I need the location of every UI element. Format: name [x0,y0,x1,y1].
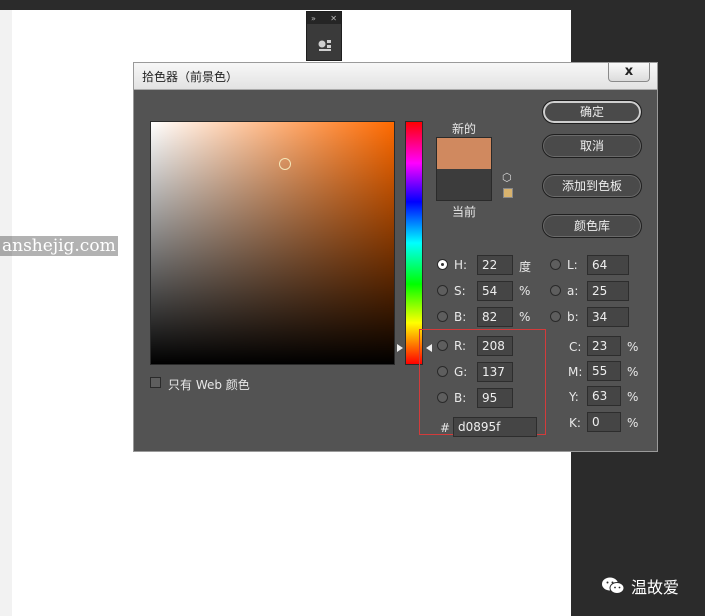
l-radio[interactable] [550,259,561,270]
s-radio[interactable] [437,285,448,296]
wechat-account-name: 温故爱 [631,578,680,597]
h-input[interactable]: 22 [477,255,513,275]
m-input[interactable]: 55 [587,361,621,381]
k-label: K: [569,416,581,430]
collapsed-panel[interactable]: » ✕ [306,11,342,61]
a-label: a: [567,284,579,298]
h-radio[interactable] [437,259,448,270]
g-label: G: [454,365,468,379]
b-radio[interactable] [437,311,448,322]
hex-label: # [440,421,451,435]
gamut-warning-swatch[interactable] [503,188,513,198]
r-radio[interactable] [437,340,448,351]
lab-b-input[interactable]: 34 [587,307,629,327]
c-label: C: [569,340,582,354]
color-picker-ring[interactable] [279,158,291,170]
m-unit: % [627,365,639,379]
a-radio[interactable] [550,285,561,296]
wechat-icon [602,577,625,594]
r-input[interactable]: 208 [477,336,513,356]
r-label: R: [454,339,467,353]
hex-input[interactable]: d0895f [453,417,537,437]
expand-icon[interactable]: » [311,14,316,23]
color-field[interactable] [150,121,395,365]
web-only-label: 只有 Web 颜色 [168,378,250,392]
close-icon[interactable]: ✕ [330,14,337,23]
b-input[interactable]: 82 [477,307,513,327]
close-button[interactable]: x [608,63,650,82]
new-color-swatch [436,137,492,169]
collapsed-panel-header: » ✕ [307,12,341,24]
l-input[interactable]: 64 [587,255,629,275]
dialog-title: 拾色器（前景色） [142,70,239,84]
web-only-checkbox[interactable] [150,377,161,388]
add-to-swatches-button[interactable]: 添加到色板 [542,174,642,198]
cancel-button[interactable]: 取消 [542,134,642,158]
g-input[interactable]: 137 [477,362,513,382]
color-picker-dialog: 拾色器（前景色） x 新的 当前 ⬡ 确定 取消 添加到色板 颜色库 H: 22… [133,62,658,452]
rgb-b-label: B: [454,391,467,405]
dialog-titlebar: 拾色器（前景色） x [134,63,657,90]
g-radio[interactable] [437,366,448,377]
lab-b-label: b: [567,310,579,324]
current-color-swatch[interactable] [436,169,492,201]
y-input[interactable]: 63 [587,386,621,406]
lab-b-radio[interactable] [550,311,561,322]
l-label: L: [567,258,578,272]
current-color-label: 当前 [452,205,477,219]
ok-button[interactable]: 确定 [542,100,642,124]
s-input[interactable]: 54 [477,281,513,301]
color-libraries-button[interactable]: 颜色库 [542,214,642,238]
c-input[interactable]: 23 [587,336,621,356]
y-unit: % [627,390,639,404]
s-label: S: [454,284,466,298]
wechat-watermark: 温故爱 [601,574,679,598]
c-unit: % [627,340,639,354]
cube-icon[interactable]: ⬡ [502,172,512,183]
b-unit: % [519,310,531,324]
s-unit: % [519,284,531,298]
m-label: M: [568,365,583,379]
k-input[interactable]: 0 [587,412,621,432]
rgb-b-radio[interactable] [437,392,448,403]
b-label: B: [454,310,467,324]
a-input[interactable]: 25 [587,281,629,301]
watermark-text: anshejig.com [0,236,118,256]
y-label: Y: [569,390,579,404]
h-label: H: [454,258,468,272]
hue-slider-handle-left[interactable] [397,344,403,352]
h-unit: 度 [519,260,532,274]
new-color-label: 新的 [452,122,477,136]
panel-icon[interactable] [318,39,332,51]
rgb-b-input[interactable]: 95 [477,388,513,408]
k-unit: % [627,416,639,430]
left-edge [0,10,12,616]
